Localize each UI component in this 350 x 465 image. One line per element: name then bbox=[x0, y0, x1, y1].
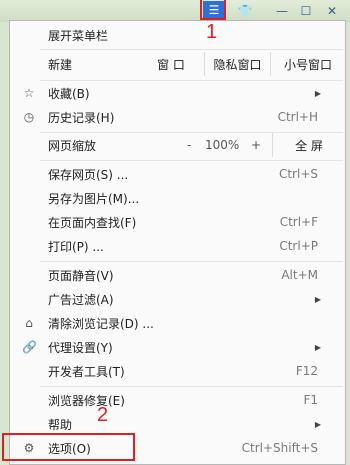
fullscreen-button[interactable]: 全 屏 bbox=[272, 133, 345, 157]
new-window-options: 窗 口 隐私窗口 小号窗口 bbox=[138, 52, 345, 76]
annotation-number-1: 1 bbox=[206, 21, 218, 43]
shirt-icon: 👕 bbox=[237, 3, 253, 18]
separator bbox=[40, 49, 343, 50]
shortcut-label: F1 bbox=[303, 393, 318, 407]
skin-button[interactable]: 👕 bbox=[235, 2, 255, 19]
submenu-arrow-icon: ▶ bbox=[314, 342, 321, 352]
close-button[interactable]: ✕ bbox=[322, 2, 342, 19]
shortcut-label: Ctrl+P bbox=[279, 239, 318, 253]
menu-item-label: 广告过滤(A) bbox=[48, 292, 114, 307]
annotation-box-1 bbox=[200, 0, 226, 20]
submenu-arrow-icon: ▶ bbox=[314, 294, 321, 304]
new-small-window-button[interactable]: 小号窗口 bbox=[270, 52, 345, 76]
menu-item-label: 展开菜单栏 bbox=[48, 28, 109, 43]
star-icon: ☆ bbox=[23, 86, 35, 100]
new-private-window-button[interactable]: 隐私窗口 bbox=[204, 52, 270, 76]
zoom-value: 100% bbox=[205, 138, 240, 152]
maximize-icon: ☐ bbox=[300, 3, 312, 18]
annotation-number-2: 2 bbox=[97, 404, 109, 426]
menu-item-label: 帮助 bbox=[48, 417, 73, 432]
separator bbox=[40, 386, 343, 387]
menu-item-zoom: 网页缩放 - 100% + 全 屏 bbox=[10, 133, 345, 157]
shortcut-label: Ctrl+H bbox=[277, 110, 318, 124]
menu-item-mute[interactable]: 页面静音(V) Alt+M bbox=[10, 263, 345, 287]
main-menu-dropdown: 展开菜单栏 新建 窗 口 隐私窗口 小号窗口 ☆ 收藏(B) ▶ ◷ 历史记录(… bbox=[2, 20, 346, 465]
menu-item-label: 保存网页(S) ... bbox=[48, 167, 129, 182]
menu-item-repair[interactable]: 浏览器修复(E) F1 bbox=[10, 388, 345, 412]
separator bbox=[40, 160, 343, 161]
shortcut-label: Ctrl+F bbox=[279, 215, 318, 229]
menu-item-find[interactable]: 在页面内查找(F) Ctrl+F bbox=[10, 210, 345, 234]
menu-item-clear-history[interactable]: ⌂ 清除浏览记录(D) ... bbox=[10, 311, 345, 335]
menu-item-label: 页面静音(V) bbox=[48, 268, 114, 283]
menu-item-label: 历史记录(H) bbox=[48, 110, 115, 125]
broom-icon: ⌂ bbox=[25, 316, 33, 330]
menu-item-label: 开发者工具(T) bbox=[48, 364, 125, 379]
main-menu-button[interactable]: ☰ bbox=[200, 0, 226, 20]
close-icon: ✕ bbox=[326, 3, 338, 18]
menu-item-favorites[interactable]: ☆ 收藏(B) ▶ bbox=[10, 81, 345, 105]
minimize-button[interactable]: — bbox=[272, 2, 292, 19]
menu-item-save-image[interactable]: 另存为图片(M)... bbox=[10, 186, 345, 210]
link-icon: 🔗 bbox=[22, 340, 37, 354]
shortcut-label: Alt+M bbox=[281, 268, 318, 282]
maximize-button[interactable]: ☐ bbox=[296, 2, 316, 19]
menu-item-label: 浏览器修复(E) bbox=[48, 393, 125, 408]
menu-item-label: 代理设置(Y) bbox=[48, 340, 113, 355]
zoom-out-button[interactable]: - bbox=[187, 138, 191, 152]
shortcut-label: Ctrl+S bbox=[278, 167, 318, 181]
menu-item-label: 打印(P) ... bbox=[48, 239, 104, 254]
clock-icon: ◷ bbox=[23, 110, 35, 124]
zoom-in-button[interactable]: + bbox=[251, 138, 261, 152]
menu-item-label: 网页缩放 bbox=[48, 138, 97, 153]
submenu-arrow-icon: ▶ bbox=[314, 88, 321, 98]
submenu-arrow-icon: ▶ bbox=[314, 419, 321, 429]
menu-item-save-page[interactable]: 保存网页(S) ... Ctrl+S bbox=[10, 162, 345, 186]
menu-item-history[interactable]: ◷ 历史记录(H) Ctrl+H bbox=[10, 105, 345, 129]
menu-item-label: 在页面内查找(F) bbox=[48, 215, 137, 230]
menu-item-new: 新建 窗 口 隐私窗口 小号窗口 bbox=[10, 52, 345, 76]
shortcut-label: F12 bbox=[295, 364, 318, 378]
new-window-button[interactable]: 窗 口 bbox=[138, 52, 204, 76]
fullscreen-cell: 全 屏 bbox=[272, 133, 345, 157]
menu-item-label: 收藏(B) bbox=[48, 86, 90, 101]
menu-item-label: 清除浏览记录(D) ... bbox=[48, 316, 154, 331]
menu-item-print[interactable]: 打印(P) ... Ctrl+P bbox=[10, 234, 345, 258]
shortcut-label: Ctrl+Shift+S bbox=[241, 441, 318, 455]
menu-item-expand-menubar[interactable]: 展开菜单栏 bbox=[10, 23, 345, 47]
title-bar: ☰ 👕 — ☐ ✕ bbox=[0, 0, 350, 22]
annotation-box-2 bbox=[2, 433, 135, 461]
menu-item-adblock[interactable]: 广告过滤(A) ▶ bbox=[10, 287, 345, 311]
menu-item-proxy[interactable]: 🔗 代理设置(Y) ▶ bbox=[10, 335, 345, 359]
menu-item-label: 新建 bbox=[48, 57, 73, 72]
menu-item-label: 另存为图片(M)... bbox=[48, 191, 140, 206]
minimize-icon: — bbox=[276, 3, 288, 18]
menu-item-devtools[interactable]: 开发者工具(T) F12 bbox=[10, 359, 345, 383]
separator bbox=[40, 261, 343, 262]
